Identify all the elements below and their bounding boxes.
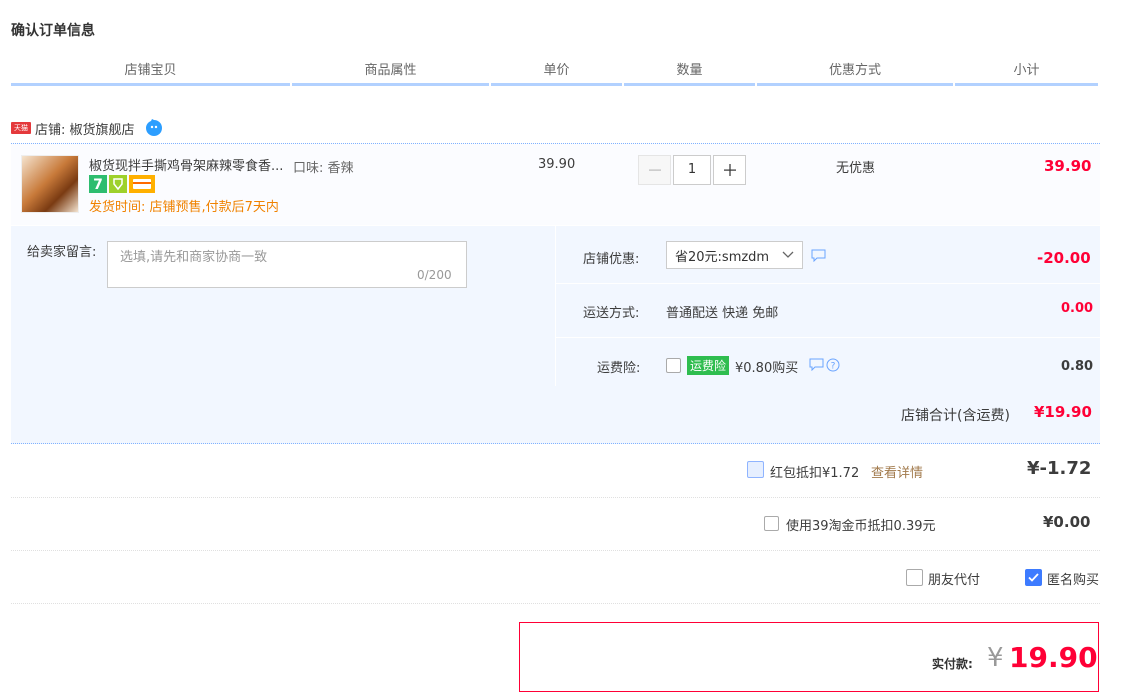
col-quantity: 数量 bbox=[624, 58, 755, 86]
anonymous-label: 匿名购买 bbox=[1047, 573, 1100, 588]
quantity-increase-button[interactable] bbox=[713, 155, 746, 185]
payment-currency: ¥ bbox=[987, 643, 1004, 673]
row-divider bbox=[11, 603, 1100, 604]
tmall-icon: 天猫 bbox=[11, 122, 31, 134]
unit-price: 39.90 bbox=[538, 157, 576, 172]
friend-pay-checkbox[interactable] bbox=[906, 569, 923, 586]
row-divider bbox=[11, 550, 1100, 551]
shop-name[interactable]: 店铺: 椒货旗舰店 bbox=[35, 119, 135, 138]
comment-icon[interactable] bbox=[811, 249, 826, 262]
insurance-amount: 0.80 bbox=[1061, 359, 1094, 374]
page-title: 确认订单信息 bbox=[11, 23, 95, 39]
shop-coupon-label: 店铺优惠: bbox=[583, 252, 640, 267]
insurance-label: 运费险: bbox=[597, 361, 641, 376]
row-divider bbox=[556, 283, 1100, 284]
delivery-label: 运送方式: bbox=[583, 306, 640, 321]
redpacket-value: ¥-1.72 bbox=[1027, 458, 1092, 479]
row-divider bbox=[556, 337, 1100, 338]
shop-coupon-select[interactable]: 省20元:smzdm bbox=[666, 241, 803, 269]
service-badges: 7 bbox=[89, 175, 155, 193]
svg-text:7: 7 bbox=[93, 177, 103, 193]
col-subtotal: 小计 bbox=[955, 58, 1098, 86]
friend-pay-label: 朋友代付 bbox=[928, 573, 981, 588]
quantity-stepper: 1 bbox=[638, 155, 746, 185]
row-divider bbox=[11, 497, 1100, 498]
col-promo: 优惠方式 bbox=[757, 58, 953, 86]
coupon-amount: -20.00 bbox=[1037, 249, 1091, 267]
checkmark-icon bbox=[1028, 573, 1039, 582]
seller-message-label: 给卖家留言: bbox=[27, 245, 97, 260]
shop-row: 天猫 店铺: 椒货旗舰店 bbox=[11, 116, 163, 140]
product-attribute: 口味: 香辣 bbox=[293, 157, 354, 176]
panel-divider bbox=[555, 226, 556, 386]
comment-icon[interactable] bbox=[809, 358, 824, 371]
minus-icon bbox=[648, 169, 661, 171]
seller-message-count: 0/200 bbox=[417, 268, 452, 282]
plus-icon bbox=[723, 164, 736, 176]
delivery-amount: 0.00 bbox=[1061, 301, 1094, 316]
insurance-checkbox[interactable] bbox=[666, 358, 681, 373]
seven-day-return-icon: 7 bbox=[89, 175, 107, 193]
chevron-down-icon bbox=[782, 251, 794, 258]
quality-guarantee-icon bbox=[109, 175, 127, 193]
col-price: 单价 bbox=[491, 58, 622, 86]
taojinbi-label: 使用39淘金币抵扣0.39元 bbox=[786, 519, 936, 534]
insurance-tag: 运费险 bbox=[687, 356, 730, 375]
help-icon[interactable]: ? bbox=[826, 358, 840, 372]
col-shop-item: 店铺宝贝 bbox=[11, 58, 290, 86]
taojinbi-value: ¥0.00 bbox=[1043, 513, 1091, 531]
attribute-text: 口味: 香辣 bbox=[293, 161, 354, 176]
col-attribute: 商品属性 bbox=[292, 58, 489, 86]
quantity-decrease-button[interactable] bbox=[638, 155, 671, 185]
shop-total-value: ¥19.90 bbox=[1034, 403, 1092, 421]
insurance-price: ¥0.80购买 bbox=[735, 361, 799, 376]
redpacket-details-link[interactable]: 查看详情 bbox=[871, 462, 923, 481]
wangwang-chat-icon[interactable] bbox=[145, 119, 163, 137]
ship-time-notice: 发货时间: 店铺预售,付款后7天内 bbox=[89, 200, 279, 215]
item-promo: 无优惠 bbox=[836, 161, 876, 176]
taojinbi-checkbox[interactable] bbox=[764, 516, 779, 531]
delivery-value: 普通配送 快递 免邮 bbox=[666, 306, 779, 321]
product-name-link[interactable]: 椒货现拌手撕鸡骨架麻辣零食香... bbox=[89, 155, 283, 174]
order-item-row: 椒货现拌手撕鸡骨架麻辣零食香... 7 发货时间: 店铺预售,付款后7天内 口味… bbox=[11, 143, 1100, 225]
product-thumbnail[interactable] bbox=[21, 155, 79, 213]
payment-amount: 19.90 bbox=[1009, 641, 1098, 674]
anonymous-checkbox[interactable] bbox=[1025, 569, 1042, 586]
redpacket-label: 红包抵扣¥1.72 bbox=[770, 466, 860, 481]
quantity-input[interactable]: 1 bbox=[673, 155, 711, 185]
payment-label: 实付款: bbox=[932, 657, 973, 671]
seller-message-placeholder: 选填,请先和商家协商一致 bbox=[120, 250, 268, 265]
credit-card-icon bbox=[129, 175, 155, 193]
shop-coupon-value: 省20元:smzdm bbox=[675, 249, 770, 265]
order-table-header: 店铺宝贝 商品属性 单价 数量 优惠方式 小计 bbox=[11, 58, 1100, 86]
redpacket-checkbox[interactable] bbox=[747, 461, 764, 478]
shop-total-label: 店铺合计(含运费) bbox=[901, 408, 1010, 424]
svg-text:?: ? bbox=[831, 362, 836, 372]
item-subtotal: 39.90 bbox=[1044, 157, 1092, 175]
